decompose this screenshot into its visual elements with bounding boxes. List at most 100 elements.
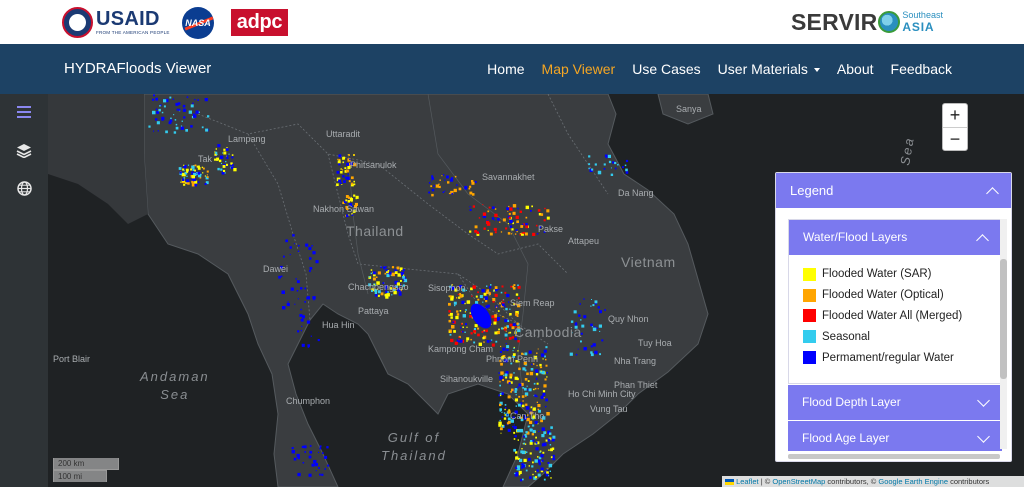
menu-button[interactable]	[12, 100, 36, 124]
flood-pixel	[165, 130, 168, 134]
flood-pixel	[465, 323, 467, 326]
flood-pixel	[457, 293, 460, 296]
flood-pixel	[466, 337, 470, 341]
flood-pixel	[515, 293, 519, 296]
legend-scrollbar-thumb[interactable]	[1000, 259, 1007, 379]
flood-pixel	[513, 431, 516, 434]
flood-pixel	[341, 169, 344, 171]
flood-pixel	[459, 310, 462, 312]
flood-pixel	[594, 163, 597, 166]
label-savannakhet: Savannakhet	[482, 172, 535, 182]
flood-pixel	[499, 403, 502, 407]
flood-pixel	[448, 310, 451, 313]
flood-pixel	[296, 290, 299, 292]
zoom-in-button[interactable]: +	[943, 104, 967, 127]
flood-pixel	[448, 192, 451, 195]
flood-pixel	[570, 320, 574, 323]
flood-pixel	[485, 329, 488, 333]
flood-pixel	[222, 160, 224, 162]
flood-pixel	[327, 464, 330, 467]
legend-hscrollbar[interactable]	[788, 454, 1000, 459]
flood-pixel	[483, 212, 486, 216]
layers-button[interactable]	[12, 138, 36, 162]
flood-pixel	[309, 257, 312, 260]
adpc-logo[interactable]: adpc	[231, 9, 288, 36]
flood-pixel	[175, 126, 179, 130]
nav-home[interactable]: Home	[487, 61, 524, 77]
flood-pixel	[438, 185, 441, 189]
flood-pixel	[488, 206, 491, 209]
flood-pixel	[534, 459, 538, 463]
servir-logo[interactable]: SERVIR Southeast ASIA	[791, 5, 943, 39]
zoom-out-button[interactable]: −	[943, 127, 967, 150]
flood-pixel	[508, 212, 511, 215]
flood-pixel	[308, 473, 312, 477]
usaid-logo[interactable]: USAID FROM THE AMERICAN PEOPLE	[62, 6, 170, 38]
flood-pixel	[299, 314, 303, 317]
flood-pixel	[514, 376, 518, 380]
flood-pixel	[190, 125, 193, 128]
flood-pixel	[509, 373, 513, 377]
navbar-brand[interactable]: HYDRAFloods Viewer	[64, 44, 211, 94]
flood-pixel	[297, 472, 301, 477]
nav-user-materials-dropdown[interactable]: User Materials	[718, 61, 820, 77]
legend-header[interactable]: Legend	[776, 173, 1011, 208]
flood-pixel	[372, 277, 376, 281]
gee-link[interactable]: Google Earth Engine	[878, 477, 948, 486]
nav-links: Home Map Viewer Use Cases User Materials…	[470, 44, 952, 94]
legend-section-header-water-flood[interactable]: Water/Flood Layers	[789, 220, 1001, 255]
flood-pixel	[223, 151, 227, 155]
flood-pixel	[625, 159, 629, 163]
nav-about[interactable]: About	[837, 61, 874, 77]
flood-pixel	[519, 458, 523, 462]
basemap-button[interactable]	[12, 176, 36, 200]
nav-map-viewer[interactable]: Map Viewer	[542, 61, 616, 77]
label-hua-hin: Hua Hin	[322, 320, 355, 330]
flood-pixel	[516, 386, 519, 389]
flood-pixel	[220, 168, 223, 171]
flood-pixel	[507, 428, 511, 432]
label-pakse: Pakse	[538, 224, 564, 234]
nasa-logo[interactable]: NASA	[182, 7, 214, 39]
flood-pixel	[523, 458, 527, 462]
flood-pixel	[482, 204, 484, 206]
flood-pixel	[498, 372, 500, 374]
legend-section-header-flood-depth[interactable]: Flood Depth Layer	[788, 385, 1002, 420]
flood-pixel	[521, 464, 526, 468]
flood-pixel	[482, 337, 485, 340]
chevron-up-icon	[986, 187, 999, 200]
flood-pixel	[519, 234, 521, 236]
flood-pixel	[532, 473, 534, 476]
flood-pixel	[399, 269, 401, 272]
flood-pixel	[513, 347, 515, 349]
nav-feedback[interactable]: Feedback	[891, 61, 952, 77]
flood-pixel	[391, 294, 393, 296]
flood-pixel	[340, 171, 343, 174]
flood-pixel	[536, 469, 539, 472]
nav-use-cases[interactable]: Use Cases	[632, 61, 700, 77]
flood-pixel	[599, 353, 601, 356]
flood-pixel	[533, 382, 536, 385]
flood-pixel	[604, 309, 606, 311]
legend-scrollbar[interactable]	[1000, 219, 1007, 449]
flood-pixel	[590, 305, 592, 307]
legend-section-header-flood-age[interactable]: Flood Age Layer	[788, 421, 1002, 451]
label-quy-nhon: Quy Nhon	[608, 314, 649, 324]
flood-pixel	[495, 340, 498, 343]
legend-item-label: Flooded Water (SAR)	[822, 268, 932, 281]
flood-pixel	[502, 299, 504, 301]
servir-region-bottom: ASIA	[902, 20, 935, 34]
flood-pixel	[462, 314, 466, 318]
flood-pixel	[319, 445, 322, 448]
flood-pixel	[548, 449, 550, 451]
flood-pixel	[509, 313, 512, 316]
flood-pixel	[505, 338, 507, 340]
leaflet-link[interactable]: Leaflet	[736, 477, 759, 486]
osm-link[interactable]: OpenStreetMap	[772, 477, 825, 486]
flood-pixel	[483, 292, 487, 296]
flood-pixel	[537, 404, 541, 408]
flood-pixel	[384, 272, 387, 275]
flood-pixel	[612, 161, 615, 164]
flood-pixel	[525, 451, 528, 453]
flood-pixel	[481, 330, 484, 333]
